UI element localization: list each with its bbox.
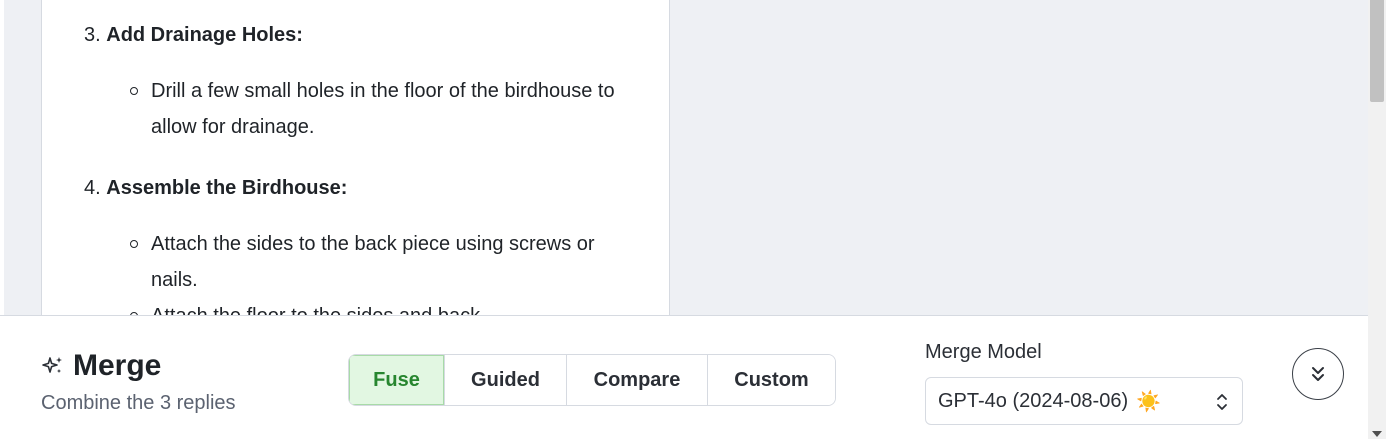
app-viewport: 3. Add Drainage Holes: Drill a few small…	[0, 0, 1386, 439]
step-4-number: 4.	[84, 177, 101, 199]
scrollbar-thumb[interactable]	[1370, 0, 1384, 102]
sun-emoji-icon: ☀️	[1136, 390, 1162, 413]
mode-custom-button[interactable]: Custom	[708, 355, 835, 405]
chevrons-down-icon	[1312, 367, 1324, 381]
scroll-down-arrow-icon[interactable]	[1372, 431, 1382, 437]
list-item: Attach the floor to the sides and back.	[130, 298, 641, 316]
merge-model-value: GPT-4o (2024-08-06)	[938, 389, 1129, 412]
merge-subtitle: Combine the 3 replies	[41, 392, 236, 414]
step-3-title: Add Drainage Holes:	[106, 24, 303, 46]
sparkle-icon	[42, 357, 62, 373]
mode-guided-button[interactable]: Guided	[445, 355, 567, 405]
merge-model-select[interactable]: GPT-4o (2024-08-06) ☀️	[925, 377, 1243, 425]
merge-title: Merge	[73, 349, 162, 382]
list-item: Drill a few small holes in the floor of …	[130, 73, 641, 145]
collapse-panel-button[interactable]	[1292, 348, 1344, 400]
mode-fuse-button[interactable]: Fuse	[349, 355, 445, 405]
chevron-up-down-icon	[1217, 394, 1227, 410]
reply-content-card: 3. Add Drainage Holes: Drill a few small…	[41, 0, 670, 316]
merge-panel: Merge Combine the 3 replies Fuse Guided …	[0, 315, 1368, 439]
merge-model-label: Merge Model	[925, 341, 1042, 363]
step-4-title: Assemble the Birdhouse:	[106, 177, 348, 199]
merge-mode-selector: Fuse Guided Compare Custom	[348, 354, 836, 406]
page-scrollbar[interactable]	[1368, 0, 1386, 439]
step-3-number: 3.	[84, 24, 101, 46]
mode-compare-button[interactable]: Compare	[567, 355, 708, 405]
list-item: Attach the sides to the back piece using…	[130, 226, 641, 298]
step-4-heading: 4. Assemble the Birdhouse:	[84, 175, 347, 201]
step-3-heading: 3. Add Drainage Holes:	[84, 22, 303, 48]
merge-header: Merge	[41, 350, 161, 382]
